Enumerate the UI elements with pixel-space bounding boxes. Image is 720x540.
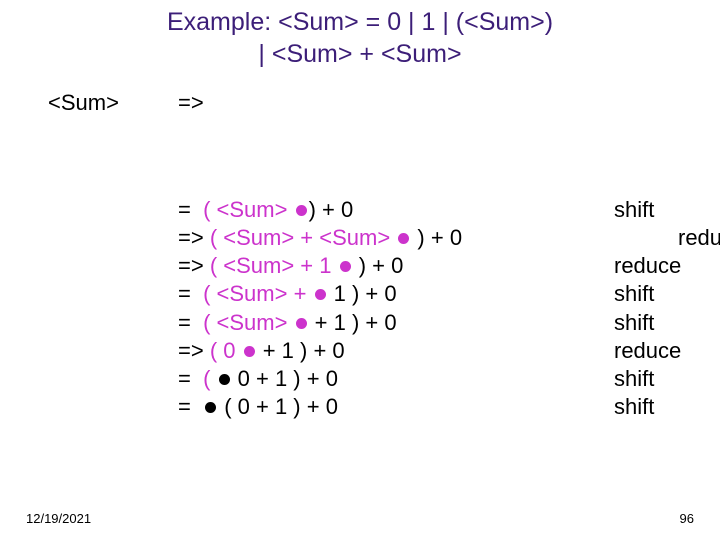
row-operator: =>: [178, 225, 204, 250]
derivation-row: = ( <Sum> ) + 0shift: [178, 196, 462, 224]
row-pre: [197, 394, 203, 419]
derivation-row: = ( <Sum> + 1 ) + 0shift: [178, 280, 462, 308]
row-action: shift: [614, 365, 654, 393]
row-action: shift: [614, 393, 654, 421]
parse-dot-icon: [219, 374, 230, 385]
row-operator: =: [178, 366, 197, 391]
row-post: ) + 0: [309, 197, 354, 222]
row-post: 0 + 1 ) + 0: [232, 366, 338, 391]
derivation-lhs: <Sum>: [48, 90, 119, 116]
slide-title: Example: <Sum> = 0 | 1 | (<Sum>) | <Sum>…: [0, 6, 720, 70]
row-action: reduce: [614, 252, 681, 280]
row-action: shift: [614, 309, 654, 337]
row-action: shift: [614, 280, 654, 308]
derivation-row: => ( <Sum> + 1 ) + 0reduce: [178, 252, 462, 280]
row-action: shift: [614, 196, 654, 224]
title-line-1: Example: <Sum> = 0 | 1 | (<Sum>): [167, 8, 553, 36]
row-post: ) + 0: [353, 253, 404, 278]
parse-dot-icon: [296, 205, 307, 216]
slide-date: 12/19/2021: [26, 511, 91, 526]
row-operator: =: [178, 197, 197, 222]
row-action: reduce: [614, 337, 681, 365]
parse-dot-icon: [398, 233, 409, 244]
parse-dot-icon: [296, 318, 307, 329]
slide: Example: <Sum> = 0 | 1 | (<Sum>) | <Sum>…: [0, 0, 720, 540]
derivation-row: = ( 0 + 1 ) + 0shift: [178, 393, 462, 421]
derivation-steps: = ( <Sum> ) + 0shift=> ( <Sum> + <Sum> )…: [178, 196, 462, 421]
row-pre: (: [197, 366, 217, 391]
row-operator: =: [178, 310, 197, 335]
row-pre: ( <Sum> + 1: [204, 253, 338, 278]
row-post: + 1 ) + 0: [257, 338, 345, 363]
parse-dot-icon: [340, 261, 351, 272]
row-post: 1 ) + 0: [328, 281, 397, 306]
row-operator: =: [178, 394, 197, 419]
row-post: ) + 0: [411, 225, 462, 250]
row-operator: =: [178, 281, 197, 306]
derivation-row: => ( <Sum> + <Sum> ) + 0reduce: [178, 224, 462, 252]
row-pre: ( 0: [204, 338, 242, 363]
row-pre: ( <Sum>: [197, 197, 294, 222]
row-action: reduce: [678, 224, 720, 252]
parse-dot-icon: [315, 289, 326, 300]
row-operator: =>: [178, 338, 204, 363]
derivation-arrow: =>: [178, 90, 204, 116]
derivation-row: => ( 0 + 1 ) + 0reduce: [178, 337, 462, 365]
row-pre: ( <Sum>: [197, 310, 294, 335]
row-operator: =>: [178, 253, 204, 278]
title-line-2: | <Sum> + <Sum>: [258, 40, 461, 68]
derivation-row: = ( <Sum> + 1 ) + 0shift: [178, 309, 462, 337]
derivation-row: = ( 0 + 1 ) + 0shift: [178, 365, 462, 393]
row-post: ( 0 + 1 ) + 0: [218, 394, 338, 419]
parse-dot-icon: [244, 346, 255, 357]
parse-dot-icon: [205, 402, 216, 413]
row-pre: ( <Sum> +: [197, 281, 313, 306]
row-post: + 1 ) + 0: [309, 310, 397, 335]
slide-number: 96: [680, 511, 694, 526]
row-pre: ( <Sum> + <Sum>: [204, 225, 397, 250]
